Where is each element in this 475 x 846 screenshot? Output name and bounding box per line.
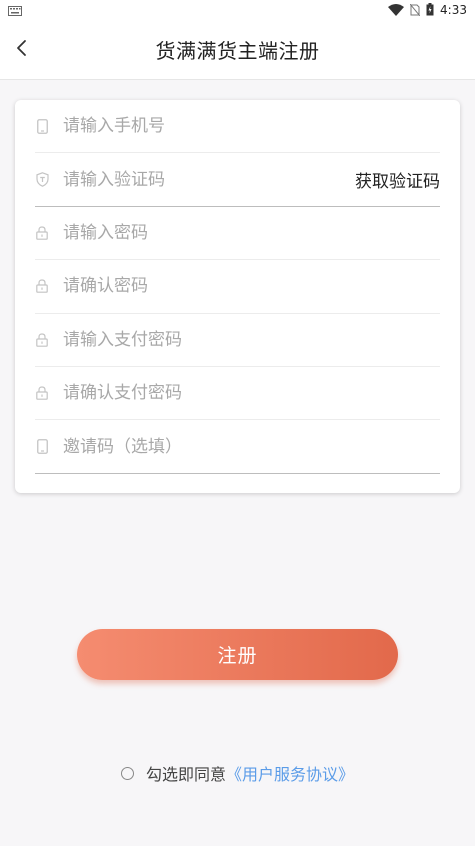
phone-input[interactable] bbox=[63, 106, 440, 147]
invite-code-input[interactable] bbox=[63, 426, 440, 467]
invite-code-row bbox=[35, 420, 440, 474]
user-agreement-link[interactable]: 《用户服务协议》 bbox=[226, 761, 354, 785]
pay-password-input[interactable] bbox=[63, 319, 440, 360]
lock-icon bbox=[35, 225, 49, 241]
confirm-pay-password-row bbox=[35, 367, 440, 421]
code-input[interactable] bbox=[63, 159, 355, 200]
no-sim-icon bbox=[409, 1, 421, 20]
lock-icon bbox=[35, 278, 49, 294]
agree-radio[interactable] bbox=[120, 766, 134, 780]
battery-icon bbox=[426, 1, 434, 20]
keyboard-icon bbox=[8, 1, 22, 20]
phone-row bbox=[35, 100, 440, 154]
shield-icon bbox=[35, 172, 49, 188]
back-button[interactable] bbox=[4, 28, 40, 72]
status-bar: 4:33 bbox=[0, 0, 475, 20]
get-code-button[interactable]: 获取验证码 bbox=[355, 167, 440, 192]
phone-icon bbox=[35, 118, 49, 134]
phone-icon bbox=[35, 439, 49, 455]
password-input[interactable] bbox=[63, 212, 440, 253]
register-button[interactable]: 注册 bbox=[77, 629, 398, 680]
code-row: 获取验证码 bbox=[35, 153, 440, 207]
register-form: 获取验证码 bbox=[15, 100, 460, 493]
nav-bar: 货满满货主端注册 bbox=[0, 20, 475, 80]
confirm-password-row bbox=[35, 260, 440, 314]
agree-text: 勾选即同意 bbox=[145, 765, 226, 784]
lock-icon bbox=[35, 385, 49, 401]
wifi-icon bbox=[388, 1, 405, 20]
password-row bbox=[35, 207, 440, 261]
agreement: 勾选即同意 《用户服务协议》 bbox=[0, 762, 475, 784]
lock-icon bbox=[35, 332, 49, 348]
page-title: 货满满货主端注册 bbox=[155, 39, 320, 63]
chevron-left-icon bbox=[16, 39, 28, 61]
status-time: 4:33 bbox=[440, 3, 467, 17]
pay-password-row bbox=[35, 314, 440, 367]
confirm-pay-password-input[interactable] bbox=[63, 373, 440, 414]
confirm-password-input[interactable] bbox=[63, 266, 440, 307]
